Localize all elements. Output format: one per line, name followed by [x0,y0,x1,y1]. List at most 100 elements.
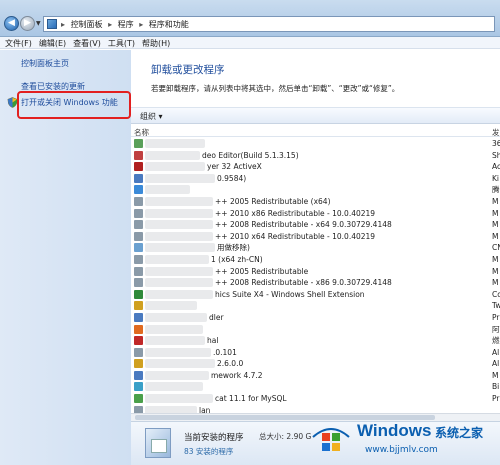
table-row[interactable]: ++ 2005 Redistributable M [131,266,500,278]
program-name: 用做移除) [217,243,250,253]
toolbar: 组织 ▾ [131,107,500,124]
table-row[interactable]: hal 燃 [131,335,500,347]
main-content: 卸载或更改程序 若要卸载程序，请从列表中将其选中，然后单击“卸载”、“更改”或“… [131,50,500,465]
back-button[interactable]: ◀ [4,16,19,31]
program-publisher: M [492,254,499,264]
table-row[interactable]: 阿 [131,324,500,336]
details-total-size: 总大小: 2.90 G [259,432,312,441]
redacted-text [145,266,213,276]
program-publisher: Bi [492,382,500,392]
program-publisher: Al [492,347,500,357]
table-row[interactable]: ++ 2008 Redistributable - x64 9.0.30729.… [131,219,500,231]
page-description: 若要卸载程序，请从列表中将其选中，然后单击“卸载”、“更改”或“修复”。 [151,84,400,93]
programs-icon [145,428,171,458]
watermark-url: www.bjjmlv.com [365,445,438,455]
program-name: ++ 2010 x64 Redistributable - 10.0.40219 [215,231,376,241]
table-row[interactable]: 2.6.0.0 Al [131,358,500,370]
redacted-text [145,312,207,322]
breadcrumb-programs[interactable]: 程序 [118,20,134,29]
menu-tools[interactable]: 工具(T) [103,37,137,49]
table-row[interactable]: ++ 2010 x64 Redistributable - 10.0.40219… [131,231,500,243]
table-row[interactable]: yer 32 ActiveX Ac [131,161,500,173]
chevron-right-icon[interactable]: ▸ [108,20,112,29]
redacted-text [145,196,213,206]
redacted-text [145,231,213,241]
highlight-annotation [17,91,131,119]
breadcrumb-programs-features[interactable]: 程序和功能 [149,20,189,29]
program-icon [134,324,143,334]
program-publisher: M [492,370,499,380]
table-row[interactable]: 36 [131,138,500,150]
redacted-text [145,301,197,311]
program-publisher: CN [492,243,500,253]
table-row[interactable]: 用做移除) CN [131,242,500,254]
program-icon [134,394,143,404]
table-row[interactable]: mework 4.7.2 M [131,370,500,382]
table-row[interactable]: ++ 2010 x86 Redistributable - 10.0.40219… [131,208,500,220]
program-icon [134,231,143,241]
column-name-header[interactable]: 名称 [134,127,149,138]
recent-pages-dropdown-icon[interactable]: ▼ [36,20,41,27]
program-list[interactable]: 36 deo Editor(Build 5.1.3.15) Sh yer 32 Act… [131,138,500,416]
redacted-text [145,220,213,230]
forward-button[interactable]: ▶ [20,16,35,31]
program-icon [134,312,143,322]
redacted-text [145,254,209,264]
menu-view[interactable]: 查看(V) [68,37,103,49]
menu-file[interactable]: 文件(F) [0,37,34,49]
table-row[interactable]: deo Editor(Build 5.1.3.15) Sh [131,150,500,162]
program-publisher: Pr [492,312,500,322]
table-row[interactable]: dler Pr [131,312,500,324]
program-publisher: 36 [492,139,500,148]
program-icon [134,220,143,230]
program-name: ++ 2008 Redistributable - x64 9.0.30729.… [215,220,392,230]
redacted-text [145,347,211,357]
table-row[interactable]: hics Suite X4 - Windows Shell Extension C… [131,289,500,301]
control-panel-home-link[interactable]: 控制面板主页 [21,58,69,69]
chevron-right-icon[interactable]: ▸ [139,20,143,29]
program-publisher: M [492,278,499,288]
program-name: 2.6.0.0 [217,359,244,369]
table-row[interactable]: Bi [131,381,500,393]
program-publisher: Ki [492,173,500,183]
chevron-right-icon[interactable]: ▸ [61,20,65,29]
program-publisher: M [492,266,499,276]
program-icon [134,370,143,380]
redacted-text [145,278,213,288]
organize-button[interactable]: 组织 ▾ [140,111,163,122]
program-publisher: Al [492,359,500,369]
redacted-text [145,185,190,195]
program-icon [134,278,143,288]
program-icon [134,359,143,369]
title-bar: ◀ ▶ ▼ ▸ 控制面板 ▸ 程序 ▸ 程序和功能 [0,0,500,37]
program-publisher: Pr [492,394,500,404]
table-row[interactable]: .0.101 Al [131,347,500,359]
table-row[interactable]: 腾 [131,184,500,196]
table-row[interactable]: ++ 2008 Redistributable - x86 9.0.30729.… [131,277,500,289]
menu-edit[interactable]: 编辑(E) [34,37,68,49]
menu-help[interactable]: 帮助(H) [137,37,172,49]
table-row[interactable]: 0.9584) Ki [131,173,500,185]
program-name: cat 11.1 for MySQL [215,394,287,404]
program-icon [134,336,143,346]
program-publisher: M [492,220,499,230]
program-name: ++ 2005 Redistributable (x64) [215,196,331,206]
table-row[interactable]: ++ 2005 Redistributable (x64) M [131,196,500,208]
table-row[interactable]: Tw [131,300,500,312]
redacted-text [145,150,200,160]
redacted-text [145,382,203,392]
table-row[interactable]: cat 11.1 for MySQL Pr [131,393,500,405]
program-name: ++ 2005 Redistributable [215,266,309,276]
redacted-text [145,243,215,253]
program-name: deo Editor(Build 5.1.3.15) [202,150,299,160]
breadcrumb-control-panel[interactable]: 控制面板 [71,20,103,29]
program-icon [134,173,143,183]
program-publisher: Sh [492,150,500,160]
program-icon [134,254,143,264]
column-publisher-header[interactable]: 发 [492,127,500,138]
table-row[interactable]: 1 (x64 zh-CN) M [131,254,500,266]
program-icon [134,301,143,311]
program-name: yer 32 ActiveX [207,162,262,172]
address-bar[interactable]: ▸ 控制面板 ▸ 程序 ▸ 程序和功能 [43,16,495,32]
program-icon [134,185,143,195]
